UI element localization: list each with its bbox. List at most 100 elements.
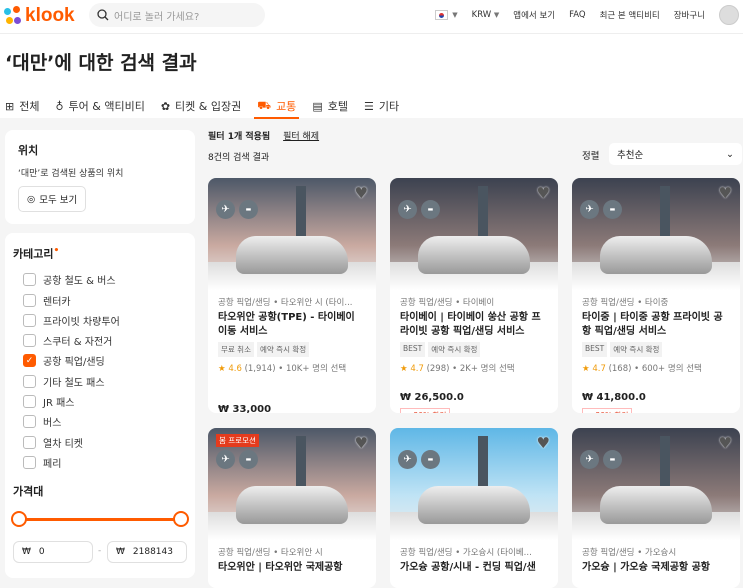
nav-app[interactable]: 앱에서 보기: [513, 9, 555, 21]
wishlist-heart-icon[interactable]: ♥: [537, 434, 550, 452]
wishlist-heart-icon[interactable]: ♥: [537, 184, 550, 202]
product-category: 공항 픽업/샌딩 • 타오위안 시: [218, 548, 323, 558]
results-header: 필터 1개 적용됨 필터 해제 8건의 검색 결과: [208, 132, 320, 163]
product-title[interactable]: 타오위안 공항(TPE) - 타이베이 이동 서비스: [218, 311, 366, 339]
product-category: 공항 픽업/샌딩 • 타이중: [582, 298, 669, 308]
tab-other[interactable]: ☰ 기타: [364, 94, 399, 118]
product-category: 공항 픽업/샌딩 • 가오슝시 (타이베...: [400, 548, 532, 558]
search-input[interactable]: 어디로 놀러 가세요?: [89, 3, 265, 27]
product-card[interactable]: ✈ ▬ ♥ 공항 픽업/샌딩 • 가오슝시 (타이베... 가오슝 공항/시내 -…: [390, 428, 558, 588]
private-car-icon: ▬: [239, 200, 258, 219]
car-image: [600, 236, 712, 274]
range-separator: -: [98, 546, 102, 556]
car-image: [236, 486, 348, 524]
price-max-handle[interactable]: [173, 511, 189, 527]
location-title: 위치: [18, 144, 39, 157]
product-card[interactable]: ✈ ▬ ♥ 공항 픽업/샌딩 • 타오위안 시 (타이... 타오위안 공항(TP…: [208, 178, 376, 413]
tab-hotels[interactable]: ▤ 호텔: [312, 94, 348, 118]
car-image: [418, 236, 530, 274]
airplane-icon: ✈: [216, 200, 235, 219]
transport-icon: ⛟: [257, 98, 272, 112]
logo-mark-icon: [4, 6, 22, 26]
tab-all[interactable]: ⊞ 전체: [5, 94, 39, 118]
ticket-icon: ✿: [160, 99, 171, 113]
product-image: ✈ ▬ ♥: [390, 178, 558, 290]
category-title: 카테고리•: [13, 245, 60, 261]
category-checkbox[interactable]: 렌터카: [23, 290, 187, 310]
sort-select[interactable]: 추천순 ⌄: [609, 143, 742, 165]
menu-icon: ☰: [363, 99, 374, 113]
product-category: 공항 픽업/샌딩 • 타이베이: [400, 298, 495, 308]
car-image: [418, 486, 530, 524]
wishlist-heart-icon[interactable]: ♥: [355, 434, 368, 452]
product-card[interactable]: ✈ ▬ ♥ 공항 픽업/샌딩 • 타이베이 타이베이 | 타이베이 쑹산 공항 프…: [390, 178, 558, 413]
product-rating: ★ 4.6 (1,914) • 10K+ 명의 선택: [218, 364, 347, 374]
car-image: [600, 486, 712, 524]
wishlist-heart-icon[interactable]: ♥: [719, 434, 732, 452]
nav-faq[interactable]: FAQ: [569, 10, 585, 20]
private-car-icon: ▬: [239, 450, 258, 469]
product-tag: BEST: [400, 342, 426, 357]
tab-tours[interactable]: ♁ 투어 & 액티비티: [55, 94, 144, 118]
price-title: 가격대: [13, 484, 44, 498]
checkbox-icon: ✓: [23, 354, 36, 368]
discount-badge: ▬ 20% 할인: [400, 408, 451, 413]
category-checkbox[interactable]: JR 패스: [23, 391, 187, 411]
nav-cart[interactable]: 장바구니: [674, 9, 705, 21]
product-price: ₩ 33,000: [218, 404, 272, 413]
nav-recent[interactable]: 최근 본 액티비티: [600, 9, 660, 21]
private-car-icon: ▬: [603, 450, 622, 469]
private-car-icon: ▬: [603, 200, 622, 219]
product-tag: 예약 즉시 확정: [610, 342, 663, 357]
grid-icon: ⊞: [5, 99, 15, 113]
category-checkbox[interactable]: 스쿠터 & 자전거: [23, 331, 187, 351]
product-price: ₩ 41,800.0: [582, 392, 646, 403]
currency-select[interactable]: KRW ▼: [472, 10, 500, 20]
price-min-input[interactable]: ₩0: [13, 541, 93, 563]
product-card[interactable]: 봄 프로모션 ✈ ▬ ♥ 공항 픽업/샌딩 • 타오위안 시 타오위안 | 타오위…: [208, 428, 376, 588]
product-image: 봄 프로모션 ✈ ▬ ♥: [208, 428, 376, 540]
discount-badge: ▬ 20% 할인: [582, 408, 633, 413]
star-icon: ★: [582, 364, 590, 374]
star-icon: ★: [218, 364, 226, 374]
product-title[interactable]: 타이중 | 타이중 공항 프라이빗 공항 픽업/샌딩 서비스: [582, 311, 730, 339]
product-card[interactable]: ✈ ▬ ♥ 공항 픽업/샌딩 • 타이중 타이중 | 타이중 공항 프라이빗 공항…: [572, 178, 740, 413]
view-all-button[interactable]: ◎ 모두 보기: [18, 186, 87, 212]
product-image: ✈ ▬ ♥: [572, 178, 740, 290]
category-checkbox[interactable]: 버스: [23, 412, 187, 432]
category-checkbox[interactable]: 열차 티켓: [23, 432, 187, 452]
checkbox-icon: [23, 415, 36, 429]
category-checkbox[interactable]: 기타 철도 패스: [23, 371, 187, 391]
chevron-down-icon: ▼: [493, 11, 500, 19]
product-title[interactable]: 타이베이 | 타이베이 쑹산 공항 프라이빗 공항 픽업/샌딩 서비스: [400, 311, 548, 339]
product-tag: BEST: [582, 342, 608, 357]
product-card[interactable]: ✈ ▬ ♥ 공항 픽업/샌딩 • 가오슝시 가오슝 | 가오슝 국제공항 공항: [572, 428, 740, 588]
product-rating: ★ 4.7 (168) • 600+ 명의 선택: [582, 364, 702, 374]
sort-label: 정렬: [582, 151, 600, 162]
wishlist-heart-icon[interactable]: ♥: [355, 184, 368, 202]
tab-transport[interactable]: ⛟ 교통: [254, 94, 300, 119]
top-area: klook 어디로 놀러 가세요? ▼ KRW ▼ 앱에서 보기 FAQ 최근 …: [0, 0, 743, 119]
tab-tickets[interactable]: ✿ 티켓 & 입장권: [161, 94, 241, 118]
price-slider[interactable]: [11, 511, 189, 527]
category-checkbox[interactable]: ✓ 공항 픽업/샌딩: [23, 351, 187, 371]
avatar[interactable]: [719, 5, 739, 25]
clear-filter-link[interactable]: 필터 해제: [283, 132, 319, 142]
wishlist-heart-icon[interactable]: ♥: [719, 184, 732, 202]
promo-badge: 봄 프로모션: [216, 434, 259, 447]
category-checkbox[interactable]: 페리: [23, 452, 187, 472]
language-select[interactable]: ▼: [435, 10, 458, 20]
airplane-icon: ✈: [398, 200, 417, 219]
star-icon: ★: [400, 364, 408, 374]
klook-logo[interactable]: klook: [4, 5, 75, 27]
category-checkbox[interactable]: 프라이빗 차량투어: [23, 310, 187, 330]
price-max-input[interactable]: ₩2188143: [107, 541, 187, 563]
hotel-icon: ▤: [312, 99, 323, 113]
checkbox-icon: [23, 313, 36, 327]
checkbox-icon: [23, 435, 36, 449]
header: klook 어디로 놀러 가세요? ▼ KRW ▼ 앱에서 보기 FAQ 최근 …: [0, 0, 743, 34]
price-min-handle[interactable]: [11, 511, 27, 527]
checkbox-icon: [23, 334, 36, 348]
checkbox-icon: [23, 395, 36, 409]
category-checkbox[interactable]: 공항 철도 & 버스: [23, 270, 187, 290]
